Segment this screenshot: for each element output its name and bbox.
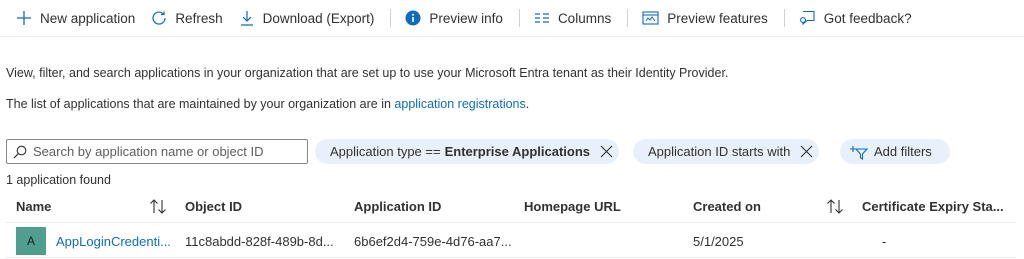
- column-header-application-id[interactable]: Application ID: [354, 199, 441, 214]
- columns-label: Columns: [557, 10, 612, 26]
- filter-pill-application-type[interactable]: Application type == Enterprise Applicati…: [315, 139, 620, 164]
- info-icon: [405, 10, 421, 26]
- registrations-note-prefix: The list of applications that are mainta…: [6, 97, 395, 111]
- search-input[interactable]: [33, 144, 303, 159]
- application-id-cell: 6b6ef2d4-759e-4d76-aa7...: [354, 234, 512, 249]
- preview-features-icon: [642, 11, 659, 25]
- page-description: View, filter, and search applications in…: [6, 66, 729, 80]
- filter-pill-application-id[interactable]: Application ID starts with: [633, 139, 820, 164]
- column-header-name[interactable]: Name: [16, 199, 51, 214]
- refresh-icon: [152, 11, 166, 25]
- preview-features-button[interactable]: Preview features: [636, 4, 774, 32]
- column-header-certificate-expiry[interactable]: Certificate Expiry Sta...: [862, 199, 1004, 214]
- close-icon: [600, 145, 613, 158]
- registrations-note: The list of applications that are mainta…: [6, 97, 529, 111]
- add-filters-button[interactable]: Add filters: [840, 139, 950, 164]
- add-filter-icon: [850, 145, 868, 160]
- filter-value: Enterprise Applications: [444, 144, 591, 159]
- toolbar-divider: [783, 9, 785, 27]
- search-box[interactable]: [6, 139, 308, 164]
- plus-icon: [17, 11, 31, 25]
- filter-label: Application ID starts with: [648, 144, 791, 159]
- remove-filter-button[interactable]: [600, 145, 613, 158]
- new-application-label: New application: [40, 10, 136, 26]
- search-icon: [13, 145, 27, 158]
- new-application-button[interactable]: New application: [10, 4, 141, 32]
- download-label: Download (Export): [262, 10, 375, 26]
- application-name-link[interactable]: AppLoginCredenti...: [56, 234, 171, 249]
- columns-button[interactable]: Columns: [528, 4, 617, 32]
- columns-icon: [534, 13, 549, 23]
- refresh-label: Refresh: [175, 10, 223, 26]
- download-icon: [240, 11, 253, 26]
- header-divider: [6, 222, 1016, 223]
- refresh-button[interactable]: Refresh: [145, 4, 228, 32]
- add-filters-label: Add filters: [874, 144, 932, 159]
- filter-label: Application type ==: [330, 144, 441, 159]
- registrations-note-suffix: .: [525, 97, 530, 111]
- application-registrations-link[interactable]: application registrations: [394, 97, 525, 111]
- result-count: 1 application found: [6, 173, 111, 187]
- preview-info-label: Preview info: [429, 10, 503, 26]
- close-icon: [800, 145, 813, 158]
- certificate-expiry-cell: -: [882, 234, 887, 249]
- sort-icon[interactable]: [149, 199, 167, 214]
- column-header-homepage-url[interactable]: Homepage URL: [524, 199, 621, 214]
- object-id-cell: 11c8abdd-828f-489b-8d...: [185, 234, 334, 249]
- download-export-button[interactable]: Download (Export): [233, 4, 381, 32]
- command-bar: New application Refresh Download (Export…: [0, 0, 1024, 37]
- column-header-created-on[interactable]: Created on: [693, 199, 761, 214]
- remove-filter-button[interactable]: [800, 145, 813, 158]
- toolbar-divider: [627, 9, 629, 27]
- column-header-object-id[interactable]: Object ID: [185, 199, 242, 214]
- got-feedback-button[interactable]: Got feedback?: [793, 4, 918, 32]
- feedback-icon: [799, 10, 815, 26]
- preview-info-button[interactable]: Preview info: [399, 4, 509, 32]
- created-on-cell: 5/1/2025: [693, 234, 744, 249]
- toolbar-divider: [390, 9, 392, 27]
- row-divider: [6, 257, 1016, 258]
- preview-features-label: Preview features: [667, 10, 768, 26]
- got-feedback-label: Got feedback?: [823, 10, 912, 26]
- toolbar-divider: [518, 9, 520, 27]
- avatar: A: [16, 227, 46, 255]
- sort-icon[interactable]: [826, 199, 844, 214]
